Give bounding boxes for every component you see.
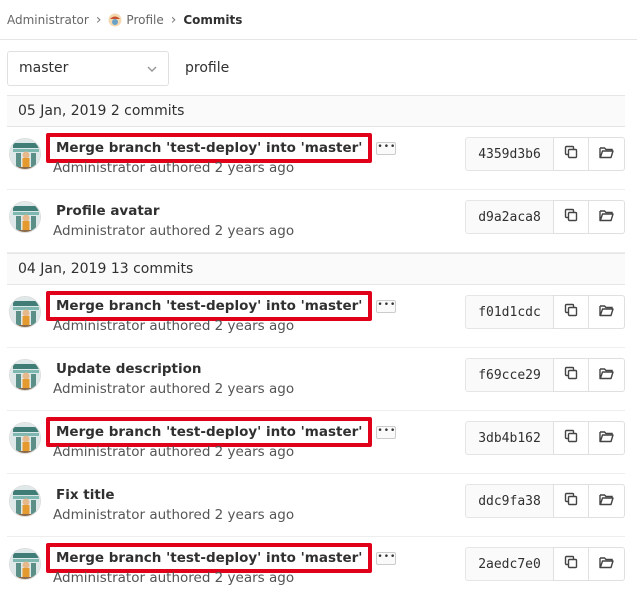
author-avatar[interactable] [9, 485, 41, 517]
breadcrumb-root[interactable]: Administrator [7, 13, 89, 27]
author-avatar[interactable] [9, 359, 41, 391]
commit-row: Profile avatar Administrator authored 2 … [7, 190, 625, 253]
browse-files-button[interactable] [589, 358, 625, 392]
commit-author-meta: Administrator authored 2 years ago [53, 381, 295, 397]
author-avatar[interactable] [9, 422, 41, 454]
commit-author-meta: Administrator authored 2 years ago [53, 160, 295, 176]
day-commit-count: 13 commits [110, 261, 194, 277]
controls-bar: master profile [7, 50, 229, 86]
commit-sha-label[interactable]: 4359d3b6 [465, 137, 553, 171]
commit-sha-label[interactable]: f01d1cdc [465, 295, 553, 329]
commit-title-wrap: Merge branch 'test-deploy' into 'master'… [46, 291, 397, 321]
commit-title-wrap: Update description [46, 354, 211, 384]
folder-open-icon [599, 493, 614, 510]
commit-row: Merge branch 'test-deploy' into 'master'… [7, 537, 625, 598]
ellipsis-icon[interactable]: ••• [376, 425, 397, 439]
copy-sha-button[interactable] [553, 547, 589, 581]
browse-files-button[interactable] [589, 421, 625, 455]
commit-sha-group: 4359d3b6 [465, 137, 625, 171]
commit-title-wrap: Merge branch 'test-deploy' into 'master'… [46, 543, 397, 573]
folder-open-icon [599, 146, 614, 163]
commit-row: Fix title Administrator authored 2 years… [7, 474, 625, 537]
browse-files-button[interactable] [589, 484, 625, 518]
folder-open-icon [599, 367, 614, 384]
branch-dropdown[interactable]: master [7, 50, 169, 86]
day-date: 05 Jan, 2019 [18, 103, 107, 119]
folder-open-icon [599, 209, 614, 226]
commit-title-link[interactable]: Merge branch 'test-deploy' into 'master' [46, 133, 373, 163]
commit-row: Update description Administrator authore… [7, 348, 625, 411]
commit-sha-label[interactable]: d9a2aca8 [465, 200, 553, 234]
browse-files-button[interactable] [589, 547, 625, 581]
ellipsis-icon[interactable]: ••• [376, 299, 397, 313]
commit-author-meta: Administrator authored 2 years ago [53, 507, 295, 523]
commit-sha-label[interactable]: 3db4b162 [465, 421, 553, 455]
commit-sha-group: 2aedc7e0 [465, 547, 625, 581]
commit-sha-group: f69cce29 [465, 358, 625, 392]
commit-author-meta: Administrator authored 2 years ago [53, 318, 295, 334]
commit-title-link[interactable]: Merge branch 'test-deploy' into 'master' [46, 291, 373, 321]
commit-sha-label[interactable]: 2aedc7e0 [465, 547, 553, 581]
chevron-right-icon: › [170, 11, 177, 28]
commit-sha-label[interactable]: f69cce29 [465, 358, 553, 392]
commit-author-meta: Administrator authored 2 years ago [53, 570, 295, 586]
commit-title-wrap: Profile avatar [46, 196, 170, 226]
path-breadcrumb[interactable]: profile [185, 60, 229, 76]
copy-sha-button[interactable] [553, 137, 589, 171]
author-avatar[interactable] [9, 548, 41, 580]
commit-sha-group: d9a2aca8 [465, 200, 625, 234]
commit-title-link[interactable]: Profile avatar [46, 196, 170, 226]
day-header: 04 Jan, 2019 13 commits [7, 253, 625, 285]
copy-icon [564, 145, 578, 163]
ellipsis-icon[interactable]: ••• [376, 141, 397, 155]
commit-row: Merge branch 'test-deploy' into 'master'… [7, 285, 625, 348]
browse-files-button[interactable] [589, 137, 625, 171]
copy-sha-button[interactable] [553, 200, 589, 234]
commit-title-link[interactable]: Fix title [46, 480, 125, 510]
commit-title-wrap: Merge branch 'test-deploy' into 'master'… [46, 417, 397, 447]
copy-sha-button[interactable] [553, 421, 589, 455]
commit-author-meta: Administrator authored 2 years ago [53, 444, 295, 460]
breadcrumb: Administrator › Profile › Commits [0, 0, 637, 40]
commit-title-link[interactable]: Update description [46, 354, 211, 384]
copy-icon [564, 555, 578, 573]
commit-sha-group: ddc9fa38 [465, 484, 625, 518]
day-date: 04 Jan, 2019 [18, 261, 107, 277]
author-avatar[interactable] [9, 296, 41, 328]
copy-sha-button[interactable] [553, 295, 589, 329]
folder-open-icon [599, 430, 614, 447]
day-header: 05 Jan, 2019 2 commits [7, 95, 625, 127]
chevron-right-icon: › [95, 11, 102, 28]
folder-open-icon [599, 556, 614, 573]
breadcrumb-project[interactable]: Profile [126, 13, 163, 27]
commit-sha-group: 3db4b162 [465, 421, 625, 455]
commit-title-link[interactable]: Merge branch 'test-deploy' into 'master' [46, 417, 373, 447]
commit-title-wrap: Merge branch 'test-deploy' into 'master'… [46, 133, 397, 163]
copy-icon [564, 366, 578, 384]
commit-title-link[interactable]: Merge branch 'test-deploy' into 'master' [46, 543, 373, 573]
commit-row: Merge branch 'test-deploy' into 'master'… [7, 411, 625, 474]
breadcrumb-current[interactable]: Commits [183, 13, 242, 27]
copy-icon [564, 429, 578, 447]
author-avatar[interactable] [9, 138, 41, 170]
browse-files-button[interactable] [589, 295, 625, 329]
copy-icon [564, 303, 578, 321]
project-avatar-icon [108, 13, 122, 27]
copy-icon [564, 492, 578, 510]
commit-row: Merge branch 'test-deploy' into 'master'… [7, 127, 625, 190]
commit-author-meta: Administrator authored 2 years ago [53, 223, 295, 239]
commit-sha-group: f01d1cdc [465, 295, 625, 329]
ellipsis-icon[interactable]: ••• [376, 551, 397, 565]
copy-icon [564, 208, 578, 226]
day-commit-count: 2 commits [110, 103, 185, 119]
commit-sha-label[interactable]: ddc9fa38 [465, 484, 553, 518]
author-avatar[interactable] [9, 201, 41, 233]
browse-files-button[interactable] [589, 200, 625, 234]
copy-sha-button[interactable] [553, 358, 589, 392]
folder-open-icon [599, 304, 614, 321]
branch-dropdown-value: master [19, 60, 69, 76]
commit-title-wrap: Fix title [46, 480, 125, 510]
chevron-down-icon [147, 61, 157, 75]
copy-sha-button[interactable] [553, 484, 589, 518]
